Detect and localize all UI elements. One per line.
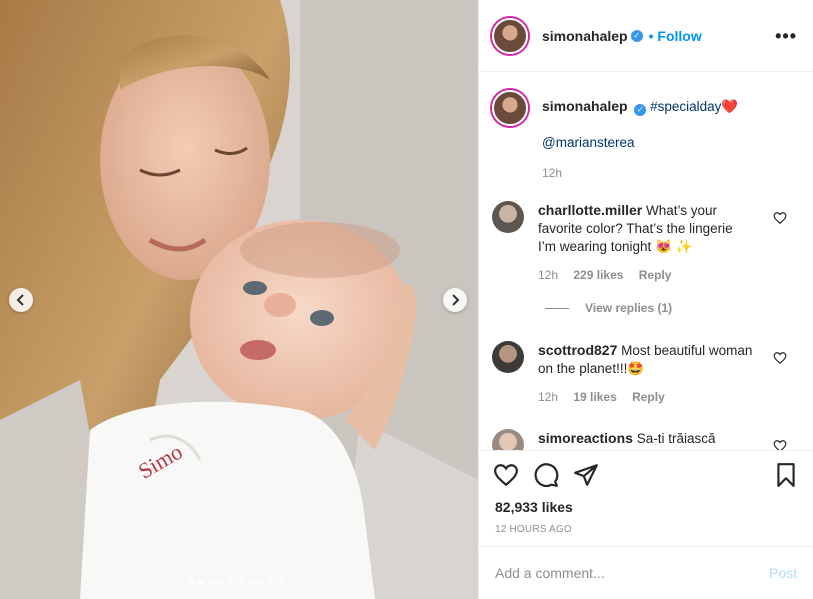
comment-like-heart-icon[interactable] bbox=[773, 439, 787, 450]
follow-button[interactable]: • Follow bbox=[649, 28, 702, 44]
comment-time: 12h bbox=[538, 268, 559, 282]
post-timestamp: 12 HOURS AGO bbox=[495, 524, 572, 535]
comment-item: simoreactions Sa-ti trăiască bbox=[492, 429, 803, 450]
commenter-avatar[interactable] bbox=[492, 341, 524, 373]
separator-dot: • bbox=[648, 27, 654, 44]
verified-badge-icon: ✓ bbox=[630, 29, 643, 42]
post-details-panel: simonahalep ✓ • Follow ••• simonahalep ✓… bbox=[478, 0, 813, 599]
post-photo[interactable]: Simo bbox=[0, 0, 478, 599]
reply-button[interactable]: Reply bbox=[632, 390, 665, 404]
chevron-right-icon bbox=[452, 294, 460, 306]
comment-time: 12h bbox=[538, 390, 559, 404]
carousel-dot bbox=[238, 579, 244, 585]
comment-item: charllotte.miller What’s your favorite c… bbox=[492, 201, 803, 284]
author-avatar[interactable] bbox=[492, 17, 528, 54]
action-bar bbox=[479, 451, 813, 499]
carousel-dot bbox=[218, 579, 224, 585]
carousel-dot bbox=[278, 579, 284, 585]
view-replies-button[interactable]: View replies (1) bbox=[545, 301, 672, 315]
commenter-username[interactable]: simoreactions bbox=[538, 430, 633, 446]
paper-plane-icon[interactable] bbox=[573, 462, 599, 488]
post-comment-button[interactable]: Post bbox=[769, 565, 797, 581]
carousel-dot bbox=[208, 579, 214, 585]
comment-likes[interactable]: 229 likes bbox=[573, 268, 623, 282]
instagram-post: Simo simonahalep ✓ • Follow ••• simonaha… bbox=[0, 0, 813, 599]
more-options-icon[interactable]: ••• bbox=[775, 26, 797, 47]
commenter-avatar[interactable] bbox=[492, 201, 524, 233]
comment-like-heart-icon[interactable] bbox=[773, 211, 787, 225]
comment-like-heart-icon[interactable] bbox=[773, 351, 787, 365]
previous-slide-button[interactable] bbox=[9, 288, 33, 312]
commenter-username[interactable]: scottrod827 bbox=[538, 342, 617, 358]
mention-link[interactable]: @mariansterea bbox=[542, 135, 635, 150]
heart-emoji: ❤️ bbox=[721, 99, 739, 114]
comments-section[interactable]: simonahalep ✓ #specialday❤️ @marianstere… bbox=[479, 73, 813, 450]
carousel-dot bbox=[248, 579, 254, 585]
hashtag-link[interactable]: #specialday bbox=[650, 99, 721, 114]
carousel-indicator bbox=[188, 579, 284, 585]
commenter-avatar[interactable] bbox=[492, 429, 524, 450]
carousel-dot bbox=[198, 579, 204, 585]
heart-icon[interactable] bbox=[493, 462, 519, 488]
caption-username[interactable]: simonahalep bbox=[542, 98, 628, 114]
comment-text: Sa-ti trăiască bbox=[636, 431, 716, 446]
caption-avatar[interactable] bbox=[492, 90, 528, 126]
comment-icon[interactable] bbox=[533, 462, 559, 488]
author-username[interactable]: simonahalep bbox=[542, 28, 628, 44]
reply-button[interactable]: Reply bbox=[639, 268, 672, 282]
carousel-dot bbox=[228, 579, 234, 585]
caption: simonahalep ✓ #specialday❤️ @marianstere… bbox=[492, 90, 803, 182]
commenter-username[interactable]: charllotte.miller bbox=[538, 202, 642, 218]
carousel-dot bbox=[258, 579, 264, 585]
post-actions: 82,933 likes 12 HOURS AGO bbox=[479, 450, 813, 535]
view-replies-label: View replies (1) bbox=[585, 301, 673, 315]
post-header: simonahalep ✓ • Follow ••• bbox=[479, 0, 813, 72]
chevron-left-icon bbox=[16, 294, 24, 306]
follow-label: Follow bbox=[657, 27, 702, 44]
carousel-dot bbox=[188, 579, 194, 585]
verified-badge-icon: ✓ bbox=[634, 104, 647, 116]
bookmark-icon[interactable] bbox=[773, 462, 799, 488]
add-comment-bar: Post bbox=[479, 546, 813, 599]
next-slide-button[interactable] bbox=[443, 288, 467, 312]
comment-item: scottrod827 Most beautiful woman on the … bbox=[492, 341, 803, 406]
replies-divider bbox=[545, 307, 569, 309]
photo-illustration: Simo bbox=[0, 0, 478, 599]
comment-input[interactable] bbox=[495, 565, 769, 581]
likes-count[interactable]: 82,933 likes bbox=[479, 499, 813, 515]
caption-time: 12h bbox=[542, 166, 563, 180]
comment-likes[interactable]: 19 likes bbox=[573, 390, 616, 404]
carousel-dot bbox=[268, 579, 274, 585]
